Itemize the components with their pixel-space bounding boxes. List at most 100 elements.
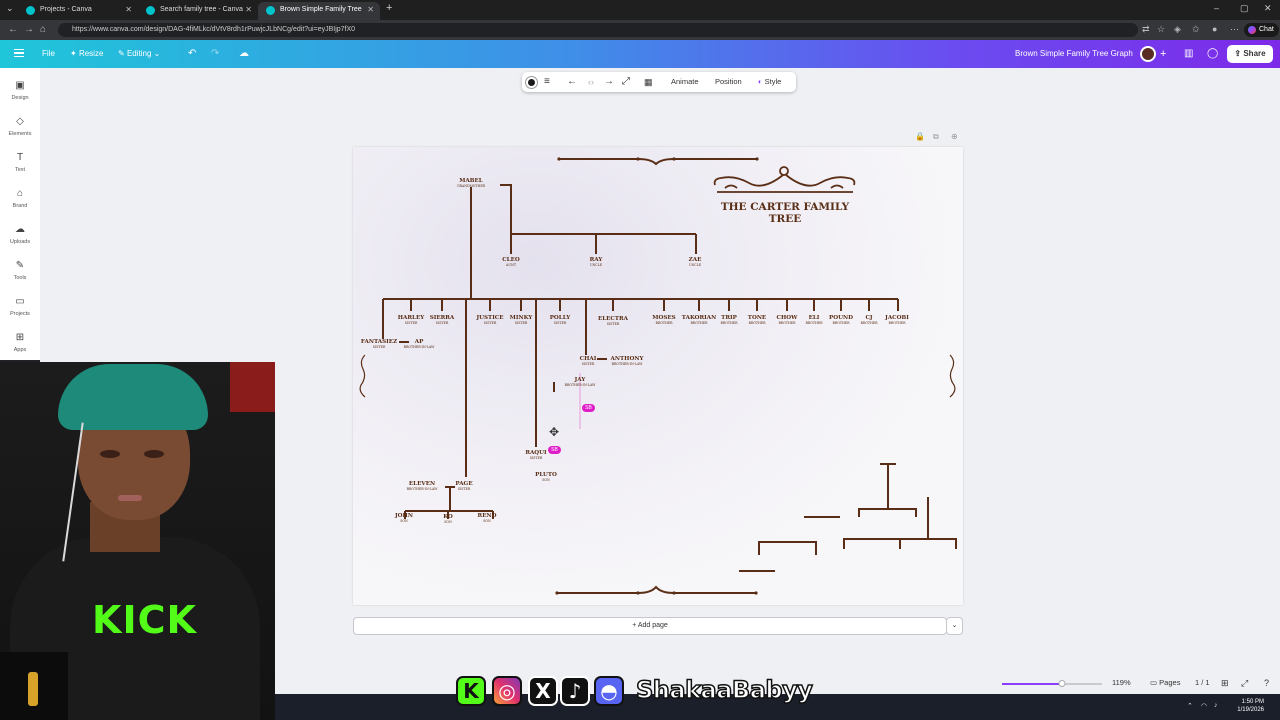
person-role: SISTER [457,487,471,491]
share-button[interactable]: ⇪ Share [1227,45,1273,63]
duplicate-page-icon[interactable]: ⧉ [933,132,939,142]
sidebar-item-apps[interactable]: ⊞ Apps [0,332,40,366]
chevron-down-icon: ⌄ [151,49,161,58]
insights-icon[interactable]: ▥ [1184,40,1193,68]
tab-menu-icon[interactable]: ⌄ [6,3,14,14]
line-color-icon[interactable] [526,72,537,92]
person-role: BROTHER [778,321,796,325]
back-icon[interactable]: ← [8,24,18,35]
sidebar-item-label: Text [14,167,26,173]
elements-icon: ◇ [16,116,24,127]
file-menu[interactable]: File [42,40,55,68]
close-tab-icon[interactable]: ✕ [245,2,252,18]
home-icon[interactable]: ⌂ [40,24,46,35]
person-role: BROTHER [748,321,766,325]
webcam-mouth [118,495,142,501]
canva-favicon-icon [146,6,155,15]
design-icon: ▣ [15,80,25,91]
animate-button[interactable]: Animate [671,72,699,92]
close-tab-icon[interactable]: ✕ [367,2,374,18]
browser-menu-icon[interactable]: ⋯ [1230,24,1239,35]
sidebar-item-design[interactable]: ▣ Design [0,80,40,114]
wifi-icon[interactable]: ◠ [1201,702,1207,710]
chevron-down-icon[interactable]: ⌄ [946,617,963,635]
add-collaborator-icon[interactable]: + [1160,40,1166,68]
document-title[interactable]: Brown Simple Family Tree Graph [1015,40,1133,68]
tree-title-line2: TREE [768,212,802,225]
sidebar-item-brand[interactable]: ⌂ Brand [0,188,40,222]
favorites-icon[interactable]: ✩ [1192,24,1200,35]
sidebar-item-label: Projects [10,311,30,317]
tab-search-family-tree[interactable]: Search family tree - Canva ✕ [138,2,258,20]
person-role: SISTER [372,345,386,349]
zoom-slider[interactable] [1002,680,1102,687]
sidebar-item-label: Elements [8,131,32,137]
extension-icon[interactable]: ◈ [1174,24,1181,35]
chevron-up-icon[interactable]: ⌃ [1187,702,1193,710]
transparency-icon[interactable]: ▦ [644,72,653,92]
apps-icon: ⊞ [15,332,25,343]
lock-page-icon[interactable]: 🔒 [915,132,925,141]
sidebar-item-elements[interactable]: ◇ Elements [0,116,40,150]
minimize-icon[interactable]: – [1214,3,1219,13]
design-canvas[interactable]: THE CARTER FAMILY TREE MABEL GRANDMOTHER … [353,147,963,605]
grid-view-icon[interactable]: ⊞ [1221,672,1229,694]
position-button[interactable]: Position [715,72,742,92]
sidebar-item-text[interactable]: T Text [0,152,40,186]
resize-button[interactable]: ✦ Resize [70,40,103,68]
style-label: Style [764,77,782,86]
copilot-chat-button[interactable]: Chat [1244,23,1279,37]
person-role: BROTHER [832,321,850,325]
add-page-button[interactable]: + Add page [353,617,947,635]
line-shape-icon[interactable]: ⤢ [622,72,630,92]
help-icon[interactable]: ? [1264,672,1269,694]
kick-logo-icon: K [456,676,486,706]
sidebar-item-tools[interactable]: ✎ Tools [0,260,40,294]
line-end-icon[interactable]: → [604,72,614,92]
fullscreen-icon[interactable]: ⤢ [1241,672,1248,694]
resize-icon: ✦ [70,49,79,58]
sidebar-item-projects[interactable]: ▭ Projects [0,296,40,330]
line-style-icon[interactable]: ‹› [588,72,594,92]
comment-icon[interactable]: ◯ [1207,40,1218,68]
streamer-handle: ShakaaBabyy [635,675,813,705]
pages-label: Pages [1159,678,1181,687]
style-button[interactable]: ◐ Style [758,72,781,92]
zoom-slider-handle[interactable] [1058,680,1066,687]
profile-icon[interactable]: ● [1212,24,1217,34]
person-role: UNCLE [589,263,603,267]
zoom-level[interactable]: 119% [1112,672,1131,694]
person-role: AUNT [506,263,516,267]
cloud-save-icon[interactable]: ☁ [239,40,249,68]
tree-title[interactable]: THE CARTER FAMILY TREE [685,201,885,225]
resize-label: Resize [78,49,104,58]
translate-icon[interactable]: ⇄ [1142,24,1150,35]
url-field[interactable]: https://www.canva.com/design/DAG-4fiMLkc… [58,23,1138,37]
sidebar-item-label: Tools [13,275,27,281]
sidebar-item-label: Uploads [9,239,31,245]
line-start-icon[interactable]: ← [567,72,577,92]
sidebar-item-uploads[interactable]: ☁ Uploads [0,224,40,258]
new-tab-icon[interactable]: + [386,2,392,14]
canva-favicon-icon [266,6,275,15]
close-tab-icon[interactable]: ✕ [125,2,132,18]
user-avatar[interactable] [1140,46,1156,62]
sidebar-item-label: Design [11,95,29,101]
hamburger-menu-icon[interactable] [14,49,24,57]
tab-brown-family-tree[interactable]: Brown Simple Family Tree Graph ✕ [258,2,380,29]
close-window-icon[interactable]: ✕ [1264,3,1272,14]
tab-projects[interactable]: Projects - Canva ✕ [18,2,138,20]
style-icon: ◐ [758,77,765,86]
bookmark-star-icon[interactable]: ☆ [1157,24,1165,35]
editing-mode-dropdown[interactable]: ✎ Editing ⌄ [118,40,160,68]
volume-icon[interactable]: ♪ [1214,702,1218,709]
taskbar-clock[interactable]: 1:50 PM 1/19/2026 [1230,698,1264,714]
redo-icon[interactable]: ↷ [211,40,219,68]
line-weight-icon[interactable]: ≡ [544,72,550,92]
forward-icon[interactable]: → [24,24,34,35]
pages-button[interactable]: ▭ Pages [1150,672,1180,694]
person-role: SISTER [514,321,528,325]
maximize-icon[interactable]: ▢ [1240,3,1249,14]
undo-icon[interactable]: ↶ [188,40,196,68]
add-page-icon[interactable]: ⊕ [951,132,958,141]
